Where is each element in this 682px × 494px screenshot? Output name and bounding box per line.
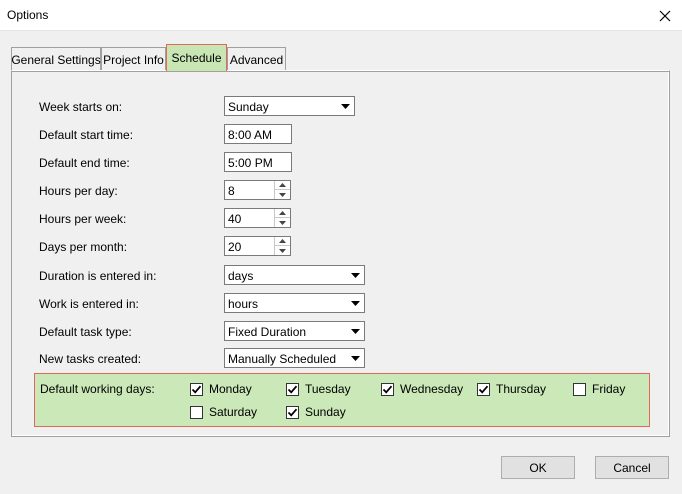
tab-project-info[interactable]: Project Info xyxy=(101,47,166,71)
chevron-down-icon xyxy=(347,323,363,339)
work-entered-in-value: hours xyxy=(228,297,259,311)
title-bar: Options xyxy=(0,0,682,31)
hours-per-day-stepper[interactable]: 8 xyxy=(224,180,291,200)
default-task-type-value: Fixed Duration xyxy=(228,325,307,339)
checkmark-icon xyxy=(382,385,393,394)
schedule-panel: Week starts on: Sunday Default start tim… xyxy=(11,70,670,437)
days-per-month-value: 20 xyxy=(228,240,242,254)
close-icon xyxy=(659,10,671,21)
default-end-time-label: Default end time: xyxy=(39,156,130,170)
checkbox-label: Thursday xyxy=(496,382,547,396)
tab-advanced[interactable]: Advanced xyxy=(227,47,286,71)
spin-down-button[interactable] xyxy=(275,218,290,227)
spin-up-button[interactable] xyxy=(275,209,290,218)
spin-up-button[interactable] xyxy=(275,181,290,190)
new-tasks-created-select[interactable]: Manually Scheduled xyxy=(224,348,365,368)
arrow-up-icon xyxy=(279,211,286,215)
checkbox-label: Friday xyxy=(592,382,626,396)
tab-schedule[interactable]: Schedule xyxy=(166,44,227,71)
tab-general-settings[interactable]: General Settings xyxy=(11,47,101,71)
default-end-time-field[interactable]: 5:00 PM xyxy=(224,152,292,172)
duration-entered-in-select[interactable]: days xyxy=(224,265,365,285)
week-starts-on-label: Week starts on: xyxy=(39,100,123,114)
checkbox-label: Sunday xyxy=(305,405,346,419)
tuesday-checkbox[interactable]: Tuesday xyxy=(286,382,351,396)
hours-per-week-label: Hours per week: xyxy=(39,212,127,226)
checkbox-box xyxy=(190,405,203,419)
tab-label: Project Info xyxy=(103,52,164,67)
ok-button[interactable]: OK xyxy=(501,456,575,479)
default-start-time-label: Default start time: xyxy=(39,128,134,142)
checkmark-icon xyxy=(191,385,202,394)
spin-up-button[interactable] xyxy=(275,237,290,246)
week-starts-on-select[interactable]: Sunday xyxy=(224,96,355,116)
default-task-type-select[interactable]: Fixed Duration xyxy=(224,321,365,341)
arrow-down-icon xyxy=(279,248,286,253)
cancel-button-label: Cancel xyxy=(613,460,651,475)
window-title: Options xyxy=(7,8,49,22)
spin-down-button[interactable] xyxy=(275,246,290,255)
hours-per-day-value: 8 xyxy=(228,184,235,198)
spin-down-button[interactable] xyxy=(275,190,290,199)
wednesday-checkbox[interactable]: Wednesday xyxy=(381,382,463,396)
checkmark-icon xyxy=(287,385,298,394)
new-tasks-created-value: Manually Scheduled xyxy=(228,352,337,366)
saturday-checkbox[interactable]: Saturday xyxy=(190,405,257,419)
arrow-down-icon xyxy=(279,192,286,197)
checkbox-box xyxy=(381,382,394,396)
new-tasks-created-label: New tasks created: xyxy=(39,352,142,366)
checkbox-box xyxy=(477,382,490,396)
close-button[interactable] xyxy=(648,0,682,31)
checkbox-label: Saturday xyxy=(209,405,258,419)
hours-per-day-label: Hours per day: xyxy=(39,184,118,198)
duration-entered-in-value: days xyxy=(228,269,254,283)
arrow-down-icon xyxy=(279,220,286,225)
checkmark-icon xyxy=(478,385,489,394)
work-entered-in-label: Work is entered in: xyxy=(39,297,139,311)
default-working-days-group: Default working days: Monday Tuesday Wed… xyxy=(34,373,650,427)
thursday-checkbox[interactable]: Thursday xyxy=(477,382,546,396)
duration-entered-in-label: Duration is entered in: xyxy=(39,269,157,283)
checkbox-box xyxy=(286,405,299,419)
checkbox-label: Monday xyxy=(209,382,252,396)
tab-label: Schedule xyxy=(171,51,222,65)
checkbox-box xyxy=(573,382,586,396)
checkmark-icon xyxy=(287,408,298,417)
tab-label: Advanced xyxy=(229,52,284,67)
default-working-days-label: Default working days: xyxy=(40,382,155,396)
hours-per-week-value: 40 xyxy=(228,212,242,226)
default-end-time-value: 5:00 PM xyxy=(228,156,273,170)
ok-button-label: OK xyxy=(529,460,547,475)
cancel-button[interactable]: Cancel xyxy=(595,456,669,479)
checkbox-box xyxy=(286,382,299,396)
sunday-checkbox[interactable]: Sunday xyxy=(286,405,346,419)
monday-checkbox[interactable]: Monday xyxy=(190,382,252,396)
arrow-up-icon xyxy=(279,239,286,243)
chevron-down-icon xyxy=(347,295,363,311)
checkbox-label: Tuesday xyxy=(305,382,351,396)
checkbox-label: Wednesday xyxy=(400,382,464,396)
default-start-time-value: 8:00 AM xyxy=(228,128,273,142)
days-per-month-stepper[interactable]: 20 xyxy=(224,236,291,256)
arrow-up-icon xyxy=(279,183,286,187)
hours-per-week-stepper[interactable]: 40 xyxy=(224,208,291,228)
work-entered-in-select[interactable]: hours xyxy=(224,293,365,313)
week-starts-on-value: Sunday xyxy=(228,100,269,114)
default-start-time-field[interactable]: 8:00 AM xyxy=(224,124,292,144)
chevron-down-icon xyxy=(337,98,353,114)
tab-label: General Settings xyxy=(11,52,101,67)
checkbox-box xyxy=(190,382,203,396)
default-task-type-label: Default task type: xyxy=(39,325,132,339)
friday-checkbox[interactable]: Friday xyxy=(573,382,625,396)
days-per-month-label: Days per month: xyxy=(39,240,128,254)
chevron-down-icon xyxy=(347,350,363,366)
chevron-down-icon xyxy=(347,267,363,283)
